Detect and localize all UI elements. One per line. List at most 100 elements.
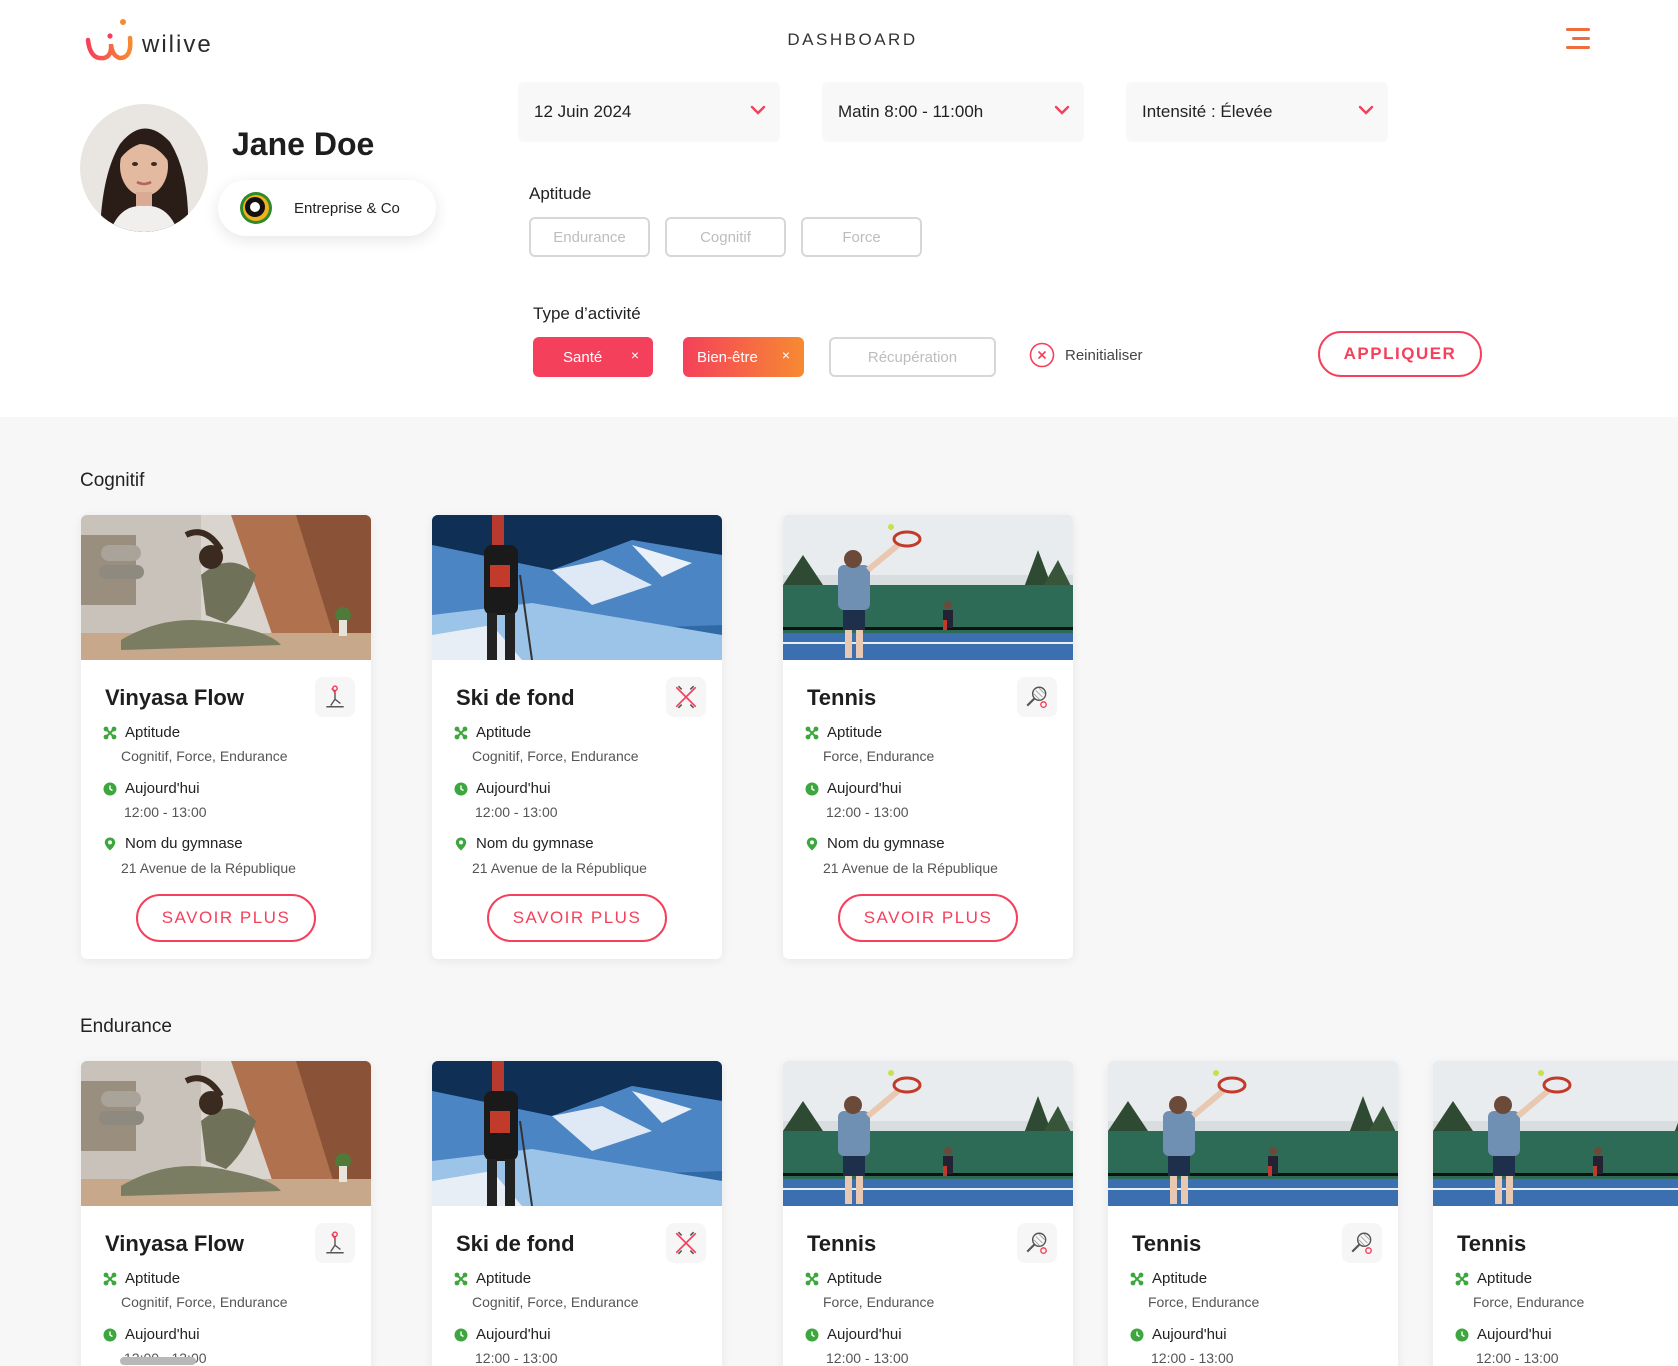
user-name: Jane Doe <box>232 126 375 162</box>
card-title: Tennis <box>807 1231 877 1256</box>
aptitude-icon <box>1130 1272 1144 1286</box>
aptitude-chip-force[interactable]: Force <box>801 217 922 257</box>
aptitude-values: Cognitif, Force, Endurance <box>472 748 639 764</box>
activity-card[interactable]: Vinyasa Flow Aptitude Cognitif, Force, E… <box>81 515 371 959</box>
aptitude-label: Aptitude <box>529 184 592 203</box>
day-label: Aujourd'hui <box>125 780 200 797</box>
aptitude-chip-endurance[interactable]: Endurance <box>529 217 650 257</box>
aptitude-label: Aptitude <box>1152 1270 1208 1287</box>
intensity-select[interactable]: Intensité : Élevée <box>1126 82 1388 142</box>
schedule-row: Aujourd'hui <box>103 1326 200 1343</box>
apply-button[interactable]: APPLIQUER <box>1318 331 1482 377</box>
close-circle-icon <box>1029 342 1055 368</box>
activity-photo <box>81 1061 371 1206</box>
remove-icon[interactable]: × <box>782 347 790 363</box>
aptitude-values: Cognitif, Force, Endurance <box>121 1294 288 1310</box>
avatar <box>80 104 208 232</box>
gym-name: Nom du gymnase <box>827 835 945 852</box>
activity-photo <box>432 1061 722 1206</box>
gym-name: Nom du gymnase <box>476 835 594 852</box>
card-title: Tennis <box>807 685 877 710</box>
card-title: Vinyasa Flow <box>105 1231 244 1256</box>
aptitude-label: Aptitude <box>1477 1270 1533 1287</box>
activity-chip-label: Bien-être <box>697 348 758 366</box>
schedule-row: Aujourd'hui <box>1130 1326 1227 1343</box>
aptitude-row: Aptitude <box>454 724 531 741</box>
activity-card[interactable]: Tennis Aptitude Force, Endurance Aujourd… <box>783 515 1073 959</box>
ski-icon <box>666 1223 706 1263</box>
filters-panel: wilive DASHBOARD Jane Doe Entreprise & C… <box>0 0 1678 417</box>
aptitude-label: Aptitude <box>125 724 181 741</box>
activity-card[interactable]: Tennis Aptitude Force, Endurance Aujourd… <box>1433 1061 1678 1366</box>
aptitude-icon <box>103 726 117 740</box>
clock-icon <box>103 1328 117 1342</box>
activity-photo <box>1108 1061 1398 1206</box>
chevron-down-icon <box>750 105 766 115</box>
gym-name: Nom du gymnase <box>125 835 243 852</box>
day-label: Aujourd'hui <box>827 780 902 797</box>
aptitude-row: Aptitude <box>454 1270 531 1287</box>
schedule-row: Aujourd'hui <box>805 780 902 797</box>
aptitude-values: Cognitif, Force, Endurance <box>472 1294 639 1310</box>
aptitude-row: Aptitude <box>1130 1270 1207 1287</box>
aptitude-chip-cognitif[interactable]: Cognitif <box>665 217 786 257</box>
section-title-cognitif: Cognitif <box>80 470 145 491</box>
remove-icon[interactable]: × <box>631 347 639 363</box>
activity-photo <box>432 515 722 660</box>
aptitude-values: Force, Endurance <box>823 1294 935 1310</box>
activity-chip-sante[interactable]: Santé × <box>533 337 653 377</box>
day-label: Aujourd'hui <box>1152 1326 1227 1343</box>
time-select[interactable]: Matin 8:00 - 11:00h <box>822 82 1084 142</box>
day-label: Aujourd'hui <box>476 780 551 797</box>
activity-card[interactable]: Tennis Aptitude Force, Endurance Aujourd… <box>1108 1061 1398 1366</box>
activity-card[interactable]: Tennis Aptitude Force, Endurance Aujourd… <box>783 1061 1073 1366</box>
activity-chip-recuperation[interactable]: Récupération <box>829 337 996 377</box>
learn-more-button[interactable]: SAVOIR PLUS <box>838 894 1018 942</box>
day-label: Aujourd'hui <box>476 1326 551 1343</box>
yoga-icon <box>315 1223 355 1263</box>
horizontal-scrollbar[interactable] <box>120 1357 196 1365</box>
activity-photo <box>783 1061 1073 1206</box>
yoga-icon <box>315 677 355 717</box>
tennis-racket-icon <box>1342 1223 1382 1263</box>
gym-address: 21 Avenue de la République <box>823 860 998 876</box>
gym-address: 21 Avenue de la République <box>121 860 296 876</box>
page-title: DASHBOARD <box>787 30 918 49</box>
hours: 12:00 - 13:00 <box>826 1350 909 1366</box>
learn-more-button[interactable]: SAVOIR PLUS <box>136 894 316 942</box>
aptitude-values: Force, Endurance <box>1473 1294 1585 1310</box>
aptitude-icon <box>103 1272 117 1286</box>
clock-icon <box>805 1328 819 1342</box>
chevron-down-icon <box>1358 105 1374 115</box>
schedule-row: Aujourd'hui <box>454 1326 551 1343</box>
aptitude-row: Aptitude <box>805 1270 882 1287</box>
activity-card[interactable]: Ski de fond Aptitude Cognitif, Force, En… <box>432 1061 722 1366</box>
activity-card[interactable]: Vinyasa Flow Aptitude Cognitif, Force, E… <box>81 1061 371 1366</box>
schedule-row: Aujourd'hui <box>103 780 200 797</box>
learn-more-button[interactable]: SAVOIR PLUS <box>487 894 667 942</box>
menu-icon[interactable] <box>1564 28 1590 50</box>
tennis-racket-icon <box>1017 1223 1057 1263</box>
hours: 12:00 - 13:00 <box>826 804 909 820</box>
activity-chip-label: Santé <box>563 348 603 366</box>
activity-chip-bien-etre[interactable]: Bien-être × <box>683 337 804 377</box>
date-select[interactable]: 12 Juin 2024 <box>518 82 780 142</box>
ski-icon <box>666 677 706 717</box>
hours: 12:00 - 13:00 <box>124 804 207 820</box>
day-label: Aujourd'hui <box>827 1326 902 1343</box>
tennis-racket-icon <box>1017 677 1057 717</box>
time-select-value: Matin 8:00 - 11:00h <box>838 102 984 121</box>
activity-card[interactable]: Ski de fond Aptitude Cognitif, Force, En… <box>432 515 722 959</box>
aptitude-label: Aptitude <box>827 1270 883 1287</box>
aptitude-values: Force, Endurance <box>823 748 935 764</box>
activity-photo <box>81 515 371 660</box>
location-pin-icon <box>805 837 819 851</box>
reset-button[interactable]: Reinitialiser <box>1029 342 1143 368</box>
clock-icon <box>103 782 117 796</box>
aptitude-values: Force, Endurance <box>1148 1294 1260 1310</box>
location-row: Nom du gymnase <box>454 835 594 852</box>
company-badge: Entreprise & Co <box>218 180 436 236</box>
card-title: Ski de fond <box>456 685 575 710</box>
chevron-down-icon <box>1054 105 1070 115</box>
aptitude-label: Aptitude <box>125 1270 181 1287</box>
